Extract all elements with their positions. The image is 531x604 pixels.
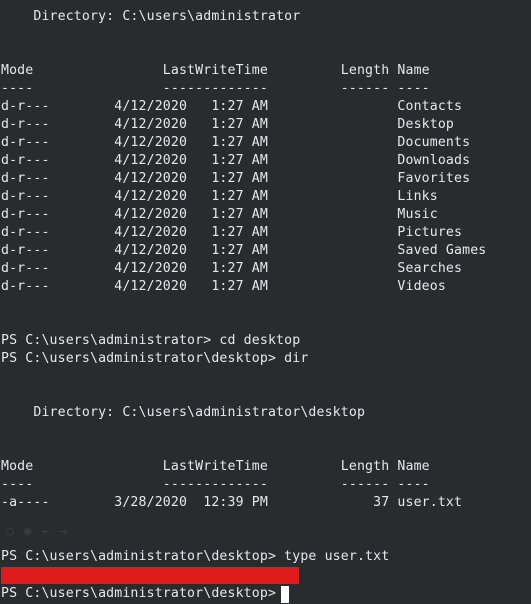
listing-row: d-r--- 4/12/2020 1:27 AM Pictures bbox=[1, 225, 463, 240]
reflection-icon: → bbox=[59, 524, 68, 539]
redacted-output-bar bbox=[1, 567, 299, 584]
terminal-window[interactable]: ○ ◉ ← → Directory: C:\users\administrato… bbox=[0, 0, 531, 604]
directory-heading-desktop: Directory: C:\users\administrator\deskto… bbox=[1, 405, 366, 420]
listing-row: d-r--- 4/12/2020 1:27 AM Favorites bbox=[1, 171, 471, 186]
reflection-icon: ○ bbox=[6, 524, 14, 539]
listing-row: d-r--- 4/12/2020 1:27 AM Music bbox=[1, 207, 438, 222]
text-cursor bbox=[281, 586, 289, 603]
listing-row: d-r--- 4/12/2020 1:27 AM Videos bbox=[1, 279, 446, 294]
listing-header-underline: ---- ------------- ------ ---- bbox=[1, 477, 430, 492]
listing-header: Mode LastWriteTime Length Name bbox=[1, 459, 430, 474]
command-line-cd: PS C:\users\administrator> cd desktop bbox=[1, 333, 301, 348]
current-prompt[interactable]: PS C:\users\administrator\desktop> bbox=[1, 585, 284, 603]
background-reflection-icons: ○ ◉ ← → bbox=[6, 524, 67, 539]
listing-row: d-r--- 4/12/2020 1:27 AM Links bbox=[1, 189, 438, 204]
listing-row: d-r--- 4/12/2020 1:27 AM Saved Games bbox=[1, 243, 487, 258]
listing-header: Mode LastWriteTime Length Name bbox=[1, 63, 430, 78]
reflection-icon: ◉ bbox=[23, 524, 32, 539]
listing-row: d-r--- 4/12/2020 1:27 AM Documents bbox=[1, 135, 471, 150]
listing-row: d-r--- 4/12/2020 1:27 AM Searches bbox=[1, 261, 463, 276]
listing-header-underline: ---- ------------- ------ ---- bbox=[1, 81, 430, 96]
command-line-dir: PS C:\users\administrator\desktop> dir bbox=[1, 351, 309, 366]
listing-row: d-r--- 4/12/2020 1:27 AM Contacts bbox=[1, 99, 463, 114]
directory-heading: Directory: C:\users\administrator bbox=[1, 9, 301, 24]
listing-row: -a---- 3/28/2020 12:39 PM 37 user.txt bbox=[1, 495, 463, 510]
reflection-icon: ← bbox=[41, 524, 50, 539]
listing-row: d-r--- 4/12/2020 1:27 AM Downloads bbox=[1, 153, 471, 168]
listing-row: d-r--- 4/12/2020 1:27 AM Desktop bbox=[1, 117, 455, 132]
command-line-type: PS C:\users\administrator\desktop> type … bbox=[1, 549, 390, 564]
